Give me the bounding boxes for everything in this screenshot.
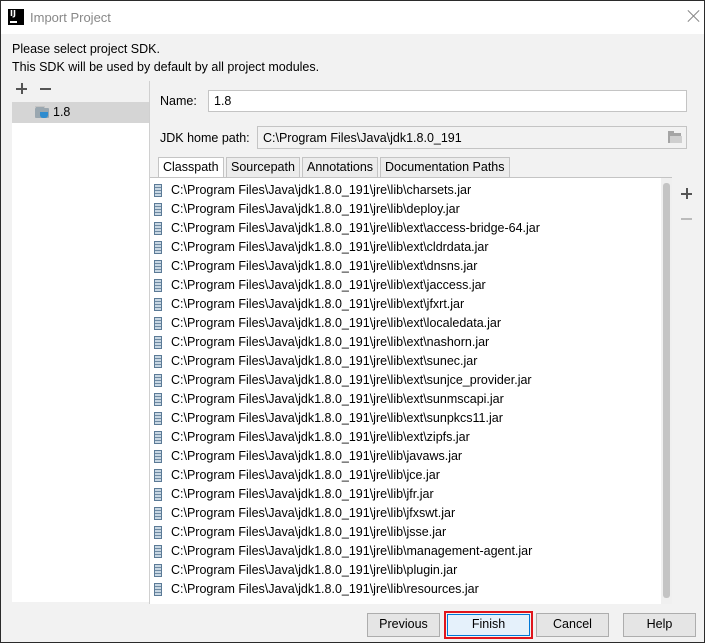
jar-file-icon [154, 469, 162, 482]
folder-browse-icon[interactable] [668, 131, 682, 143]
jar-file-icon [154, 336, 162, 349]
jar-file-icon [154, 412, 162, 425]
window-title: Import Project [30, 10, 111, 25]
classpath-entry[interactable]: C:\Program Files\Java\jdk1.8.0_191\jre\l… [150, 504, 660, 523]
classpath-entry-label: C:\Program Files\Java\jdk1.8.0_191\jre\l… [171, 316, 502, 330]
classpath-entry[interactable]: C:\Program Files\Java\jdk1.8.0_191\jre\l… [150, 390, 660, 409]
classpath-entry[interactable]: C:\Program Files\Java\jdk1.8.0_191\jre\l… [150, 352, 660, 371]
jar-file-icon [154, 203, 162, 216]
jdk-home-label: JDK home path: [160, 131, 250, 145]
intellij-icon: IJ [8, 9, 24, 25]
previous-button[interactable]: Previous [367, 613, 440, 637]
classpath-entry-label: C:\Program Files\Java\jdk1.8.0_191\jre\l… [171, 487, 434, 501]
help-button[interactable]: Help [623, 613, 696, 637]
classpath-entry[interactable]: C:\Program Files\Java\jdk1.8.0_191\jre\l… [150, 238, 660, 257]
classpath-entry[interactable]: C:\Program Files\Java\jdk1.8.0_191\jre\l… [150, 542, 660, 561]
import-project-dialog: IJ Import Project Please select project … [0, 0, 705, 643]
classpath-entry[interactable]: C:\Program Files\Java\jdk1.8.0_191\jre\l… [150, 485, 660, 504]
jar-file-icon [154, 241, 162, 254]
classpath-entry[interactable]: C:\Program Files\Java\jdk1.8.0_191\jre\l… [150, 181, 660, 200]
classpath-entry-label: C:\Program Files\Java\jdk1.8.0_191\jre\l… [171, 582, 479, 596]
jar-file-icon [154, 583, 162, 596]
classpath-entry-label: C:\Program Files\Java\jdk1.8.0_191\jre\l… [171, 506, 456, 520]
classpath-entry[interactable]: C:\Program Files\Java\jdk1.8.0_191\jre\l… [150, 466, 660, 485]
classpath-entry[interactable]: C:\Program Files\Java\jdk1.8.0_191\jre\l… [150, 428, 660, 447]
tab-sourcepath[interactable]: Sourcepath [226, 157, 300, 177]
jar-file-icon [154, 488, 162, 501]
add-sdk-icon[interactable] [15, 82, 29, 96]
finish-button[interactable]: Finish [447, 614, 530, 636]
classpath-entry-label: C:\Program Files\Java\jdk1.8.0_191\jre\l… [171, 449, 463, 463]
classpath-entry-label: C:\Program Files\Java\jdk1.8.0_191\jre\l… [171, 563, 458, 577]
classpath-entry-label: C:\Program Files\Java\jdk1.8.0_191\jre\l… [171, 278, 486, 292]
jar-file-icon [154, 298, 162, 311]
classpath-entry[interactable]: C:\Program Files\Java\jdk1.8.0_191\jre\l… [150, 333, 660, 352]
add-path-icon[interactable] [680, 187, 694, 201]
jar-file-icon [154, 450, 162, 463]
classpath-entry[interactable]: C:\Program Files\Java\jdk1.8.0_191\jre\l… [150, 200, 660, 219]
name-label: Name: [160, 94, 197, 108]
classpath-entry-label: C:\Program Files\Java\jdk1.8.0_191\jre\l… [171, 335, 490, 349]
classpath-entry[interactable]: C:\Program Files\Java\jdk1.8.0_191\jre\l… [150, 409, 660, 428]
instruction-line-2: This SDK will be used by default by all … [12, 60, 320, 74]
sdk-item-label: 1.8 [53, 105, 71, 119]
jar-file-icon [154, 279, 162, 292]
classpath-entry-label: C:\Program Files\Java\jdk1.8.0_191\jre\l… [171, 392, 504, 406]
tab-annotations[interactable]: Annotations [302, 157, 379, 177]
classpath-entry[interactable]: C:\Program Files\Java\jdk1.8.0_191\jre\l… [150, 447, 660, 466]
jar-file-icon [154, 545, 162, 558]
classpath-entry[interactable]: C:\Program Files\Java\jdk1.8.0_191\jre\l… [150, 523, 660, 542]
classpath-entry-label: C:\Program Files\Java\jdk1.8.0_191\jre\l… [171, 354, 478, 368]
jar-file-icon [154, 260, 162, 273]
classpath-entry-label: C:\Program Files\Java\jdk1.8.0_191\jre\l… [171, 221, 540, 235]
jar-file-icon [154, 507, 162, 520]
instruction-line-1: Please select project SDK. [12, 42, 160, 56]
cancel-button[interactable]: Cancel [536, 613, 609, 637]
tab-classpath[interactable]: Classpath [158, 157, 224, 178]
jar-file-icon [154, 526, 162, 539]
jar-file-icon [154, 355, 162, 368]
classpath-entry-label: C:\Program Files\Java\jdk1.8.0_191\jre\l… [171, 183, 472, 197]
classpath-entry-label: C:\Program Files\Java\jdk1.8.0_191\jre\l… [171, 544, 533, 558]
tab-documentation-paths[interactable]: Documentation Paths [380, 157, 510, 177]
classpath-entry-label: C:\Program Files\Java\jdk1.8.0_191\jre\l… [171, 468, 440, 482]
classpath-entry-label: C:\Program Files\Java\jdk1.8.0_191\jre\l… [171, 525, 447, 539]
sdk-item-1-8[interactable]: 1.8 [12, 102, 149, 123]
classpath-entry[interactable]: C:\Program Files\Java\jdk1.8.0_191\jre\l… [150, 257, 660, 276]
close-icon[interactable] [687, 9, 701, 23]
remove-path-icon[interactable] [680, 212, 694, 226]
classpath-entry-label: C:\Program Files\Java\jdk1.8.0_191\jre\l… [171, 297, 465, 311]
classpath-list: C:\Program Files\Java\jdk1.8.0_191\jre\l… [150, 177, 672, 604]
jar-file-icon [154, 374, 162, 387]
classpath-entry-label: C:\Program Files\Java\jdk1.8.0_191\jre\l… [171, 373, 532, 387]
sdk-list: 1.8 [12, 102, 149, 602]
classpath-entry-label: C:\Program Files\Java\jdk1.8.0_191\jre\l… [171, 411, 503, 425]
classpath-entry[interactable]: C:\Program Files\Java\jdk1.8.0_191\jre\l… [150, 580, 660, 599]
classpath-entry-label: C:\Program Files\Java\jdk1.8.0_191\jre\l… [171, 259, 478, 273]
jdk-home-field[interactable]: C:\Program Files\Java\jdk1.8.0_191 [257, 126, 687, 149]
classpath-entry[interactable]: C:\Program Files\Java\jdk1.8.0_191\jre\l… [150, 314, 660, 333]
classpath-entry-label: C:\Program Files\Java\jdk1.8.0_191\jre\l… [171, 240, 489, 254]
jdk-folder-icon [35, 106, 49, 118]
classpath-entry[interactable]: C:\Program Files\Java\jdk1.8.0_191\jre\l… [150, 276, 660, 295]
jar-file-icon [154, 184, 162, 197]
jar-file-icon [154, 317, 162, 330]
name-field[interactable]: 1.8 [208, 90, 687, 112]
classpath-entry-label: C:\Program Files\Java\jdk1.8.0_191\jre\l… [171, 202, 460, 216]
remove-sdk-icon[interactable] [39, 82, 53, 96]
classpath-entry[interactable]: C:\Program Files\Java\jdk1.8.0_191\jre\l… [150, 295, 660, 314]
classpath-entry[interactable]: C:\Program Files\Java\jdk1.8.0_191\jre\l… [150, 561, 660, 580]
classpath-entry-label: C:\Program Files\Java\jdk1.8.0_191\jre\l… [171, 430, 470, 444]
title-bar: IJ Import Project [1, 1, 704, 34]
jar-file-icon [154, 222, 162, 235]
scrollbar-thumb[interactable] [663, 183, 670, 598]
jar-file-icon [154, 564, 162, 577]
jar-file-icon [154, 431, 162, 444]
classpath-entry[interactable]: C:\Program Files\Java\jdk1.8.0_191\jre\l… [150, 371, 660, 390]
classpath-entry[interactable]: C:\Program Files\Java\jdk1.8.0_191\jre\l… [150, 219, 660, 238]
jar-file-icon [154, 393, 162, 406]
